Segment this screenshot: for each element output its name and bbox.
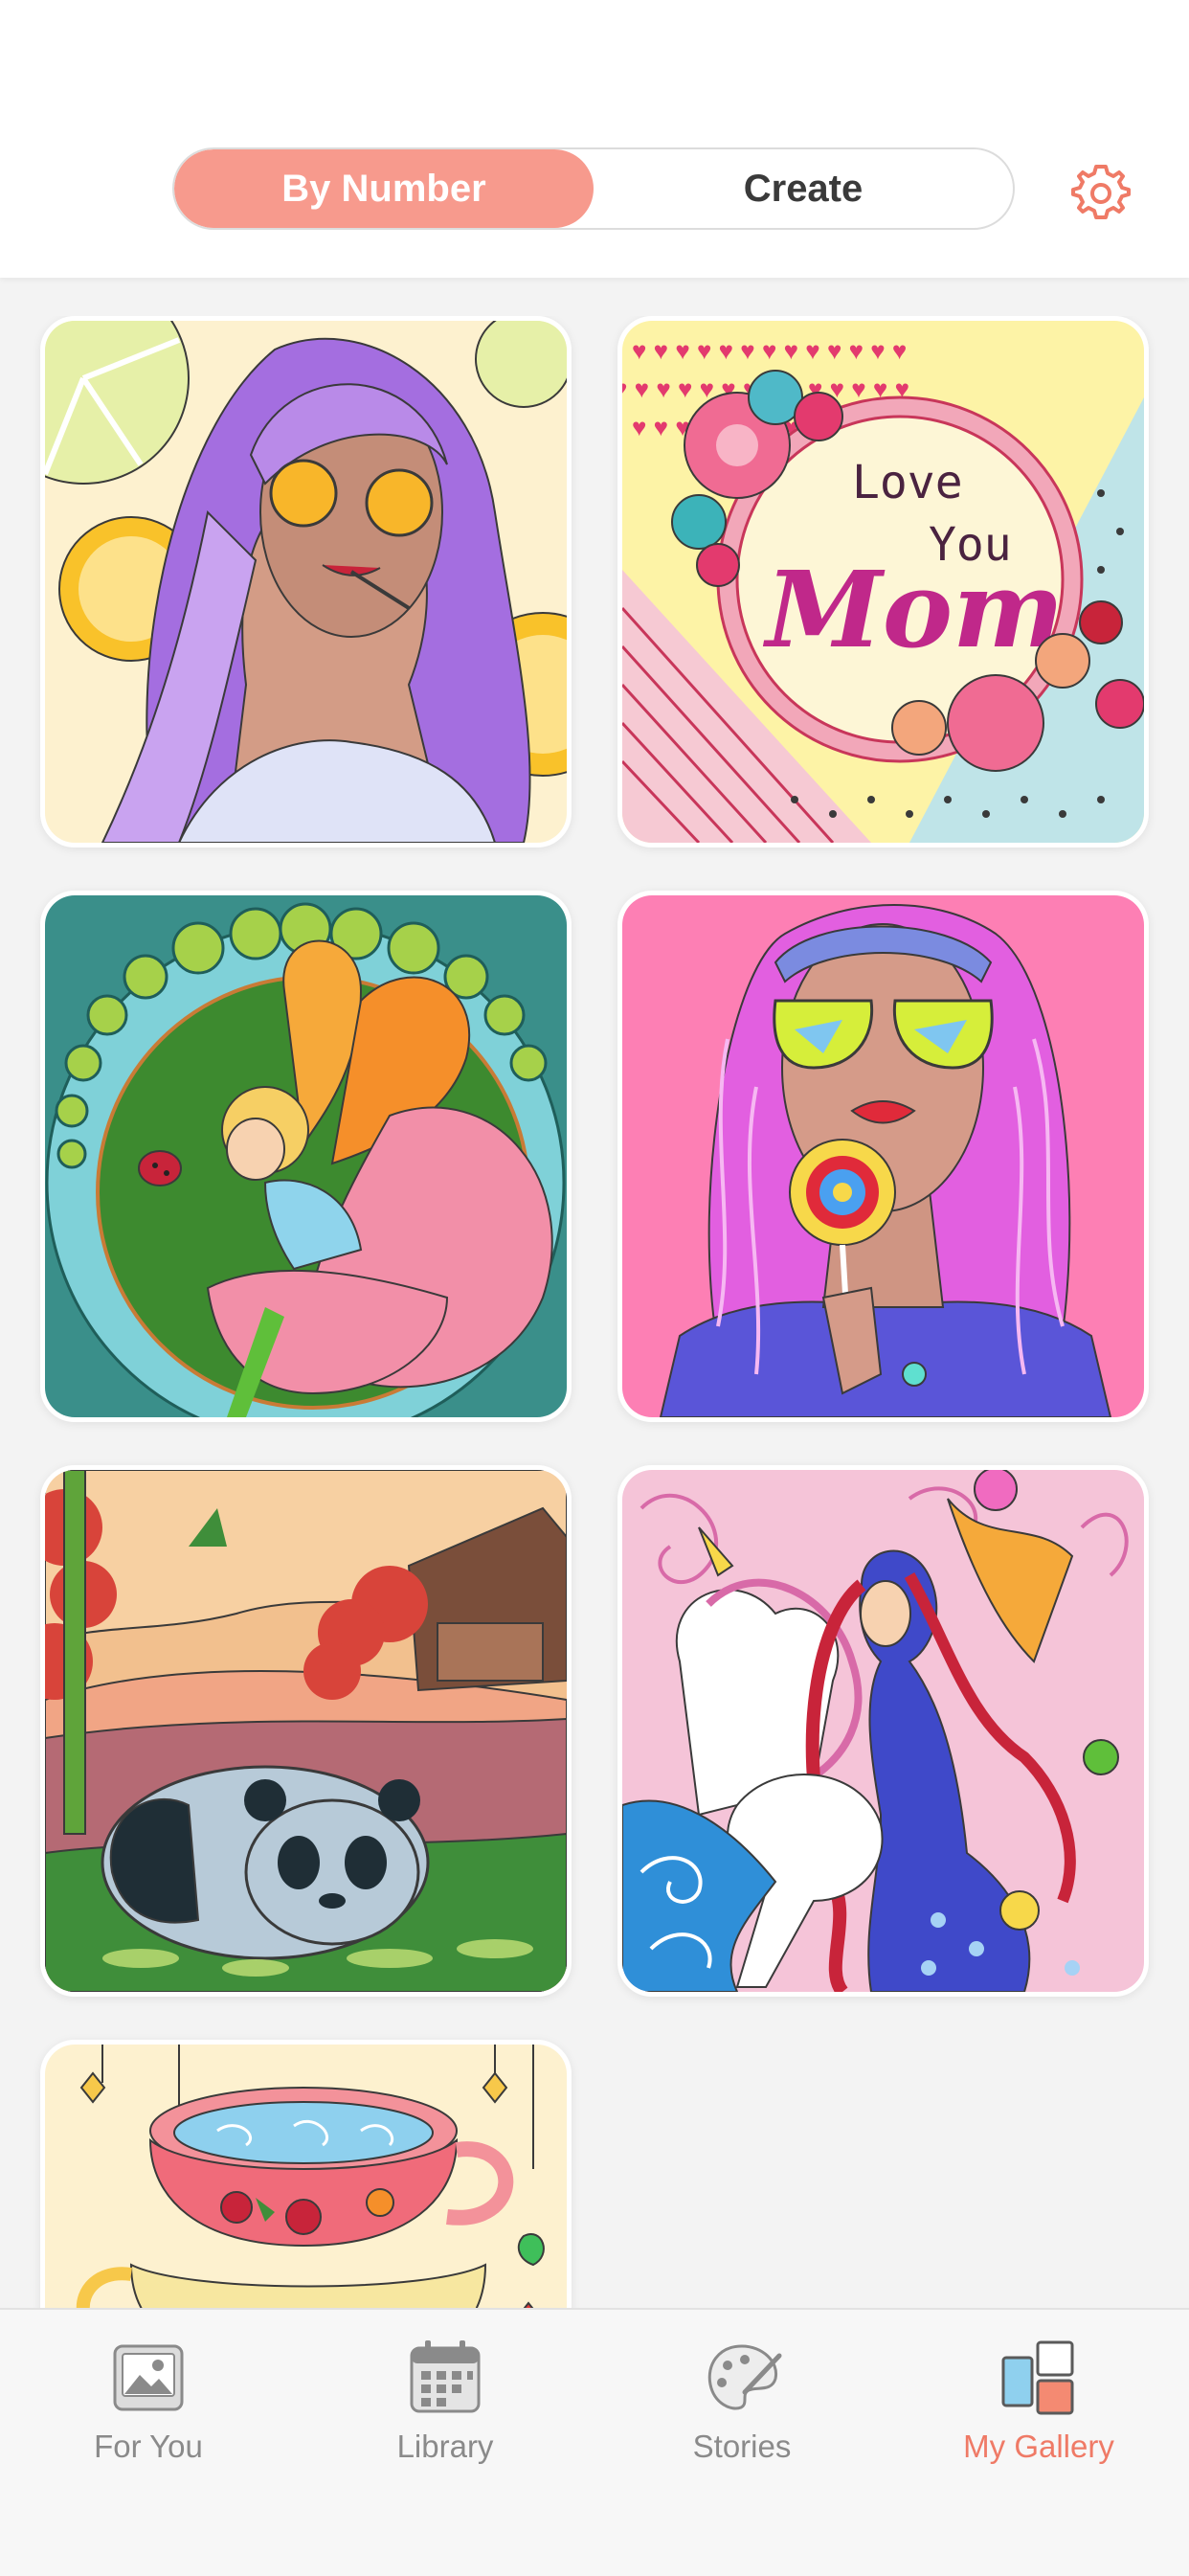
artwork-fairy-unicorns — [622, 1470, 1144, 1992]
svg-text:Mom: Mom — [762, 548, 1065, 671]
gallery-item-fairy-ladybug[interactable] — [40, 891, 572, 1422]
mode-segmented-control: By Number Create — [172, 147, 1015, 230]
gallery-item-panda[interactable] — [40, 1465, 572, 1997]
tab-my-gallery[interactable]: My Gallery — [890, 2335, 1187, 2478]
tab-for-you-label: For You — [94, 2429, 203, 2464]
artwork-pink-hair-lollipop — [622, 895, 1144, 1417]
gallery-item-pink-hair-lollipop[interactable] — [617, 891, 1149, 1422]
segment-by-number[interactable]: By Number — [174, 149, 594, 228]
artwork-purple-hair-girl — [45, 321, 567, 843]
gallery-grid: ♥ ♥ ♥ ♥ ♥ ♥ ♥ ♥ ♥ ♥ ♥ ♥ ♥ ♥ ♥ ♥ ♥ ♥ ♥ ♥ … — [0, 316, 1189, 2308]
segment-create[interactable]: Create — [594, 149, 1013, 228]
artwork-panda — [45, 1470, 567, 1992]
tab-stories-label: Stories — [692, 2429, 792, 2464]
artwork-love-you-mom: ♥ ♥ ♥ ♥ ♥ ♥ ♥ ♥ ♥ ♥ ♥ ♥ ♥ ♥ ♥ ♥ ♥ ♥ ♥ ♥ … — [622, 321, 1144, 843]
tab-for-you[interactable]: For You — [0, 2335, 297, 2478]
top-header: By Number Create — [0, 0, 1189, 278]
tab-stories[interactable]: Stories — [594, 2335, 890, 2478]
tab-library-label: Library — [396, 2429, 494, 2464]
gallery-icon — [1001, 2340, 1074, 2415]
artwork-fairy-ladybug — [45, 895, 567, 1417]
gallery-item-love-you-mom[interactable]: ♥ ♥ ♥ ♥ ♥ ♥ ♥ ♥ ♥ ♥ ♥ ♥ ♥ ♥ ♥ ♥ ♥ ♥ ♥ ♥ … — [617, 316, 1149, 847]
artwork-teacups — [45, 2045, 567, 2308]
svg-text:♥ ♥ ♥ ♥ ♥ ♥ ♥ ♥ ♥ ♥ ♥ ♥ ♥: ♥ ♥ ♥ ♥ ♥ ♥ ♥ ♥ ♥ ♥ ♥ ♥ ♥ — [632, 336, 907, 365]
gear-icon[interactable] — [1070, 161, 1132, 222]
calendar-icon — [410, 2340, 481, 2413]
bottom-tab-bar: For You Library Stories My Gallery — [0, 2308, 1189, 2576]
gallery-item-teacups[interactable] — [40, 2040, 572, 2308]
tab-my-gallery-label: My Gallery — [963, 2429, 1114, 2464]
photo-icon — [113, 2344, 184, 2411]
gallery-item-purple-hair-girl[interactable] — [40, 316, 572, 847]
palette-icon — [707, 2344, 782, 2410]
gallery-item-fairy-unicorns[interactable] — [617, 1465, 1149, 1997]
svg-text:Love: Love — [852, 456, 963, 509]
tab-library[interactable]: Library — [297, 2335, 594, 2478]
